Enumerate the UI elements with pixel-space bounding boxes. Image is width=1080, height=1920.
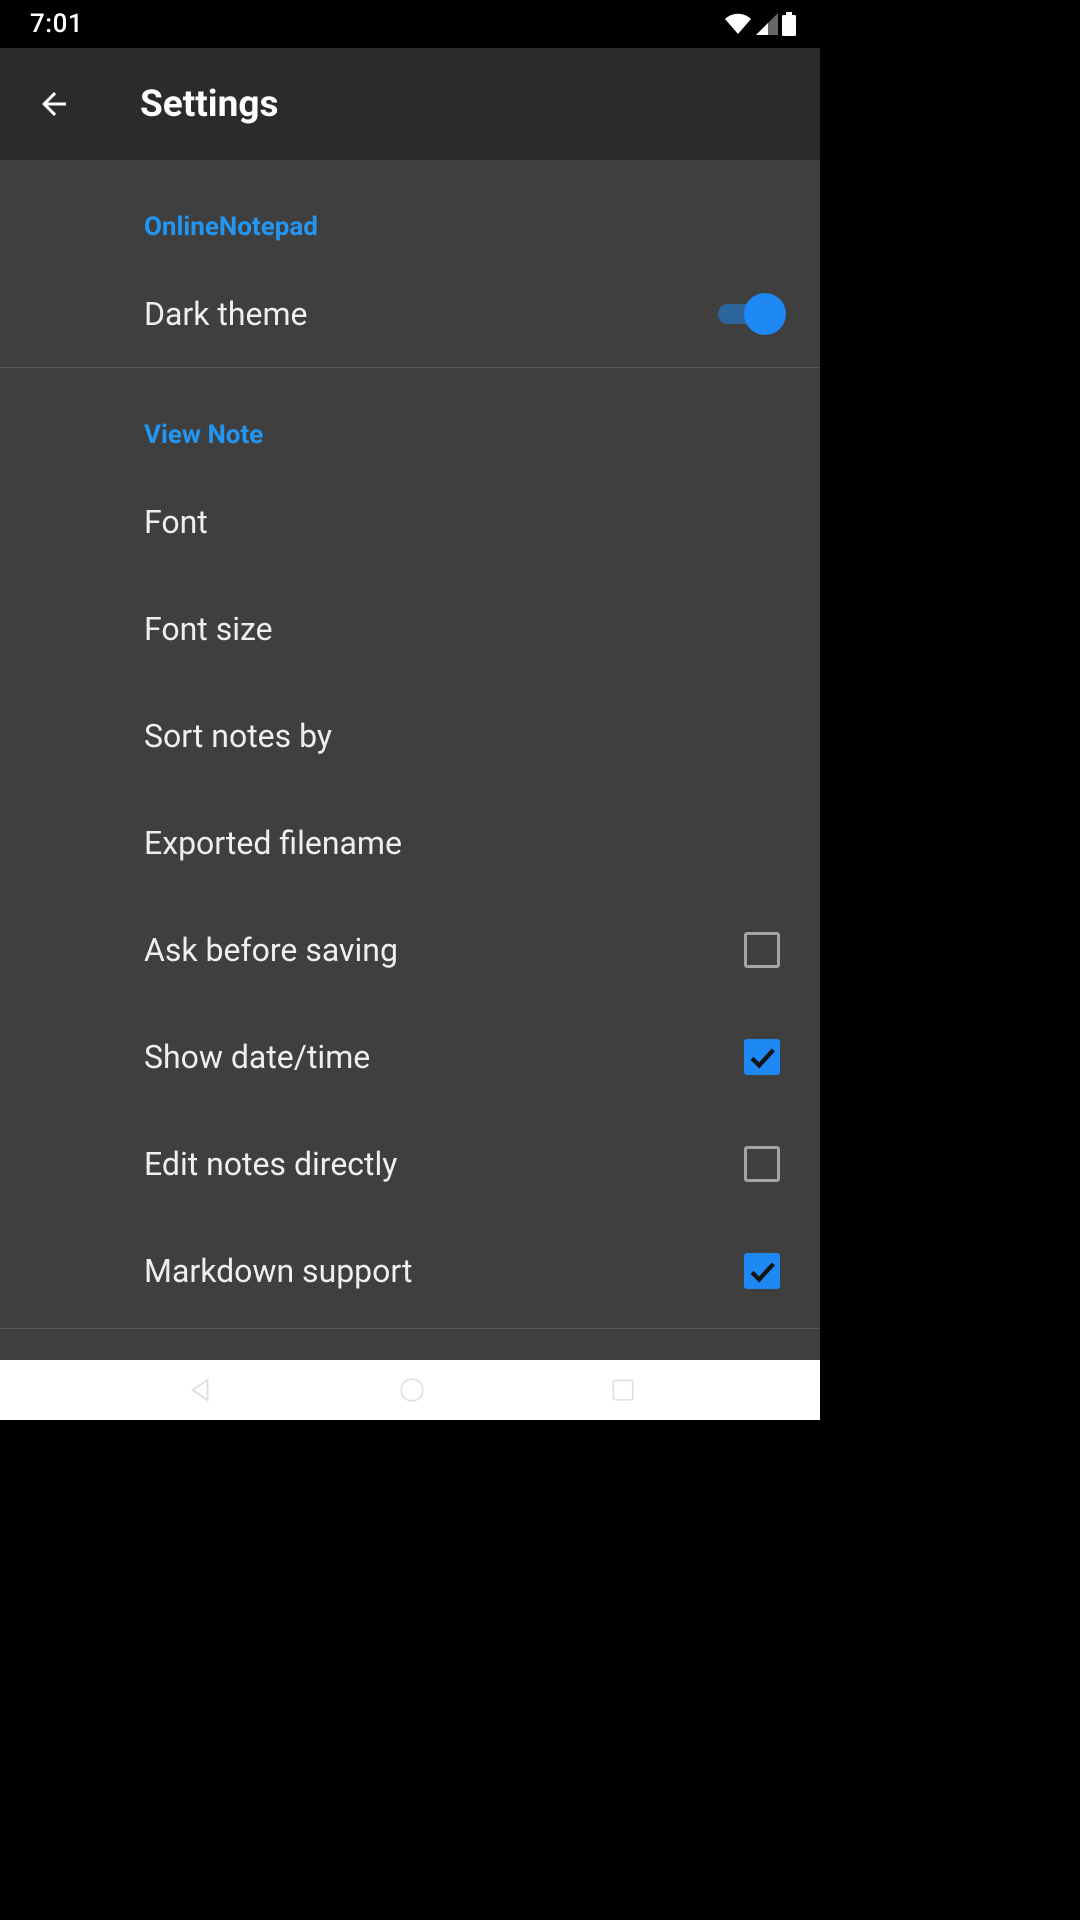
row-sort-notes-by[interactable]: Sort notes by bbox=[0, 682, 820, 789]
edit-notes-directly-checkbox[interactable] bbox=[744, 1146, 780, 1182]
arrow-back-icon bbox=[36, 86, 72, 122]
section-header-onlinenotepad: OnlineNotepad bbox=[0, 160, 820, 242]
settings-content: OnlineNotepad Dark theme View Note Font … bbox=[0, 160, 820, 1360]
status-time: 7:01 bbox=[30, 9, 83, 39]
row-edit-notes-directly[interactable]: Edit notes directly bbox=[0, 1110, 820, 1217]
row-label: Dark theme bbox=[144, 295, 308, 333]
status-bar: 7:01 bbox=[0, 0, 820, 48]
row-label: Show date/time bbox=[144, 1038, 370, 1076]
back-button[interactable] bbox=[36, 86, 72, 122]
row-label: Markdown support bbox=[144, 1252, 412, 1290]
row-label: Exported filename bbox=[144, 824, 402, 862]
row-label: Edit notes directly bbox=[144, 1145, 397, 1183]
screen: 7:01 bbox=[0, 0, 820, 1420]
cell-signal-icon bbox=[756, 13, 778, 35]
show-date-time-checkbox[interactable] bbox=[744, 1039, 780, 1075]
row-markdown-support[interactable]: Markdown support bbox=[0, 1217, 820, 1324]
status-icons bbox=[724, 12, 804, 36]
row-label: Sort notes by bbox=[144, 717, 332, 755]
row-font-size[interactable]: Font size bbox=[0, 575, 820, 682]
nav-recents-icon[interactable] bbox=[610, 1377, 636, 1403]
ask-before-saving-checkbox[interactable] bbox=[744, 932, 780, 968]
battery-icon bbox=[782, 12, 796, 36]
row-label: Font bbox=[144, 503, 208, 541]
row-label: Font size bbox=[144, 610, 273, 648]
row-exported-filename[interactable]: Exported filename bbox=[0, 789, 820, 896]
markdown-support-checkbox[interactable] bbox=[744, 1253, 780, 1289]
row-dark-theme[interactable]: Dark theme bbox=[0, 260, 820, 367]
row-font[interactable]: Font bbox=[0, 468, 820, 575]
page-title: Settings bbox=[140, 83, 278, 126]
navigation-bar bbox=[0, 1360, 820, 1420]
nav-back-icon[interactable] bbox=[185, 1375, 215, 1405]
section-header-view-note: View Note bbox=[0, 368, 820, 450]
row-show-date-time[interactable]: Show date/time bbox=[0, 1003, 820, 1110]
divider bbox=[0, 1328, 820, 1329]
nav-home-icon[interactable] bbox=[399, 1377, 425, 1403]
row-ask-before-saving[interactable]: Ask before saving bbox=[0, 896, 820, 1003]
dark-theme-toggle[interactable] bbox=[718, 293, 780, 335]
row-label: Ask before saving bbox=[144, 931, 398, 969]
wifi-icon bbox=[724, 13, 752, 35]
app-bar: Settings bbox=[0, 48, 820, 160]
